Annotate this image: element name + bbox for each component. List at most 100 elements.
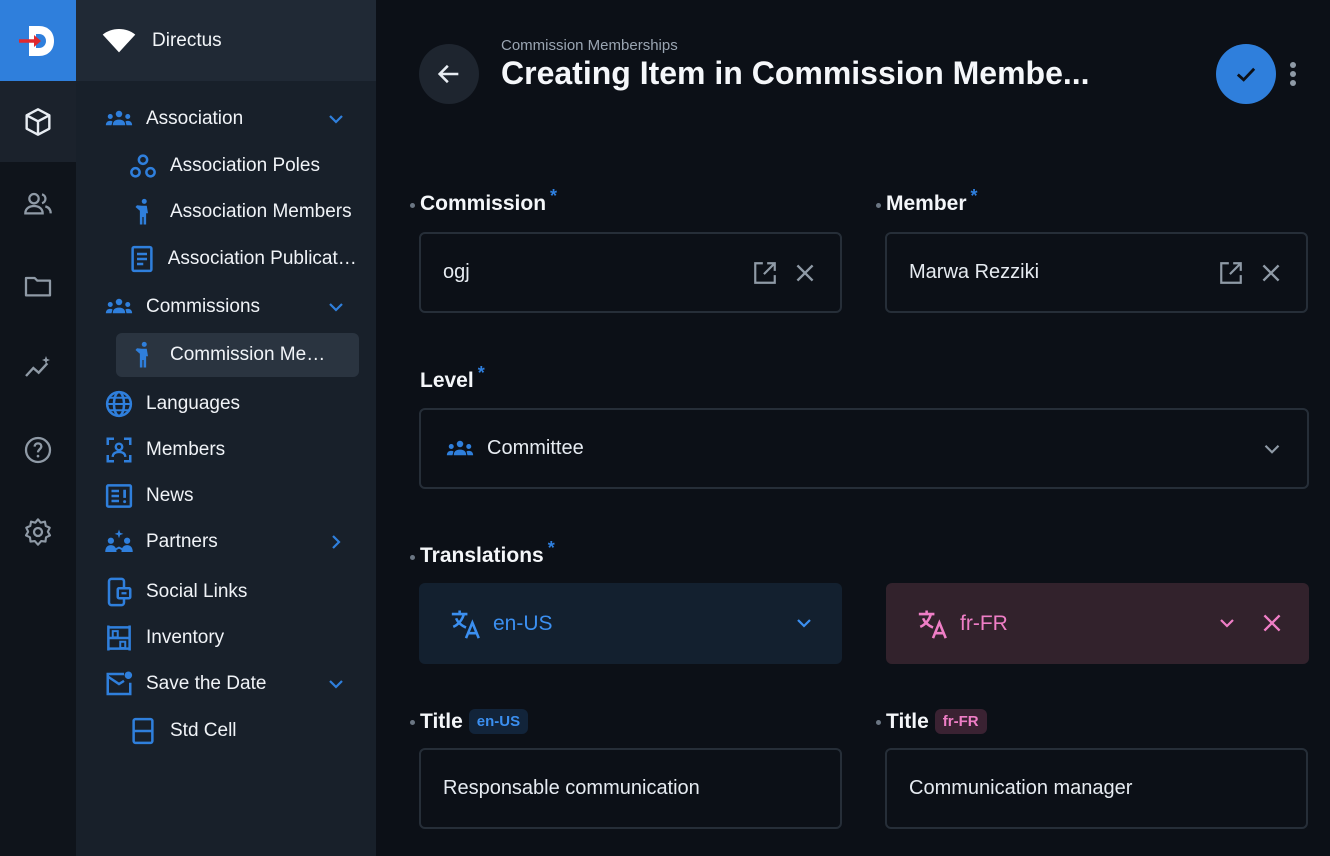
nav-item-label: Partners (146, 531, 218, 552)
nav-item-save-the-date[interactable]: Save the Date (92, 662, 360, 706)
module-bar (0, 0, 76, 856)
users-icon (24, 192, 52, 214)
directus-logo-icon (19, 25, 54, 56)
help-icon (24, 436, 52, 463)
cube-icon (25, 107, 51, 136)
member-label: Member * (876, 186, 978, 216)
title-fr-label: Title fr-FR (876, 709, 987, 734)
nav-item-label: Commission Memberships (170, 344, 340, 365)
commission-label: Commission * (410, 186, 557, 216)
nav-item-commissions[interactable]: Commissions (92, 285, 360, 329)
nav-item-std-cell[interactable]: Std Cell (116, 709, 359, 753)
files-module-button[interactable] (0, 245, 76, 326)
table-rows-icon (126, 714, 160, 748)
close-icon[interactable] (1259, 610, 1285, 636)
gear-icon (24, 517, 52, 546)
language-badge-en: en-US (468, 709, 529, 734)
insights-module-button[interactable] (0, 327, 76, 408)
chevron-down-icon[interactable] (324, 107, 348, 131)
member-value: Marwa Rezziki (909, 261, 1040, 283)
translations-label: Translations * (410, 538, 555, 568)
nav-item-label: Social Links (146, 581, 248, 602)
nav-item-association-publications[interactable]: Association Publications (116, 237, 359, 281)
translate-icon (451, 610, 480, 639)
primary-language-select[interactable]: en-US (419, 583, 842, 664)
back-button[interactable] (419, 44, 479, 104)
chevron-down-icon[interactable] (324, 295, 348, 319)
nav-item-news[interactable]: News (92, 474, 360, 518)
nav-item-label: News (146, 485, 194, 506)
level-select[interactable]: Committee (419, 408, 1309, 489)
close-icon[interactable] (1258, 260, 1284, 286)
nav-item-association-poles[interactable]: Association Poles (116, 144, 359, 188)
settings-module-button[interactable] (0, 491, 76, 572)
nav-item-label: Association (146, 108, 244, 129)
title-fr-value: Communication manager (909, 777, 1133, 799)
member-field[interactable]: Marwa Rezziki (885, 232, 1308, 313)
wifi-icon (102, 28, 136, 52)
groups-icon (102, 102, 136, 136)
nav-item-label: Association Publications (167, 248, 359, 269)
nav-item-association[interactable]: Association (92, 97, 360, 141)
groups-icon (102, 290, 136, 324)
breadcrumb[interactable]: Commission Memberships (501, 37, 678, 54)
chevron-down-icon[interactable] (1259, 436, 1285, 462)
nav-item-label: Save the Date (146, 673, 267, 694)
news-icon (102, 479, 136, 513)
globe-icon (102, 387, 136, 421)
nav-item-label: Commissions (146, 296, 261, 317)
nav-item-label: Std Cell (170, 720, 237, 741)
check-icon (1236, 67, 1256, 82)
chevron-right-icon[interactable] (324, 530, 348, 554)
article-icon (126, 242, 158, 276)
chevron-down-icon[interactable] (324, 672, 348, 696)
nav-item-members[interactable]: Members (92, 428, 360, 472)
nav-item-commission-memberships[interactable]: Commission Memberships (116, 333, 359, 377)
save-button[interactable] (1216, 44, 1276, 104)
users-module-button[interactable] (0, 163, 76, 244)
nav-item-languages[interactable]: Languages (92, 382, 360, 426)
navigation-panel: Directus Association Association Poles A… (76, 0, 376, 856)
directus-logo[interactable] (0, 0, 76, 81)
partners-icon (102, 525, 136, 559)
secondary-language-select[interactable]: fr-FR (886, 583, 1309, 664)
page-title: Creating Item in Commission Membe... (501, 55, 1090, 91)
title-en-input[interactable]: Responsable communication (419, 748, 842, 829)
project-header[interactable]: Directus (76, 0, 376, 81)
open-in-new-icon[interactable] (752, 260, 778, 286)
title-fr-input[interactable]: Communication manager (885, 748, 1308, 829)
project-name: Directus (152, 29, 222, 51)
nav-item-label: Members (146, 439, 226, 460)
title-en-label: Title en-US (410, 709, 529, 734)
groups-icon (446, 440, 474, 455)
content-module-button[interactable] (0, 81, 76, 162)
person-icon (126, 338, 160, 372)
shelves-icon (102, 621, 136, 655)
title-en-value: Responsable communication (443, 777, 700, 799)
person-icon (126, 195, 160, 229)
chevron-down-icon[interactable] (792, 611, 816, 635)
chevron-down-icon[interactable] (1215, 611, 1239, 635)
arrow-left-icon (437, 64, 459, 84)
nav-item-label: Languages (146, 393, 241, 414)
nav-item-association-members[interactable]: Association Members (116, 190, 359, 234)
language-badge-fr: fr-FR (934, 709, 987, 734)
folder-icon (24, 276, 52, 296)
nav-item-label: Association Members (170, 201, 352, 222)
level-value: Committee (487, 437, 584, 459)
translate-icon (918, 610, 947, 639)
face-frame-icon (102, 433, 136, 467)
nav-item-inventory[interactable]: Inventory (92, 616, 360, 660)
insights-icon (25, 355, 50, 377)
open-in-new-icon[interactable] (1218, 260, 1244, 286)
main-content: Commission Memberships Creating Item in … (376, 0, 1330, 856)
nav-item-partners[interactable]: Partners (92, 520, 360, 564)
help-module-button[interactable] (0, 409, 76, 490)
nav-item-social-links[interactable]: Social Links (92, 570, 360, 614)
close-icon[interactable] (792, 260, 818, 286)
commission-field[interactable]: ogj (419, 232, 842, 313)
nav-item-label: Association Poles (170, 155, 320, 176)
workspaces-icon (126, 149, 160, 183)
secondary-language: fr-FR (960, 611, 1008, 635)
more-options-button[interactable] (1282, 58, 1304, 90)
